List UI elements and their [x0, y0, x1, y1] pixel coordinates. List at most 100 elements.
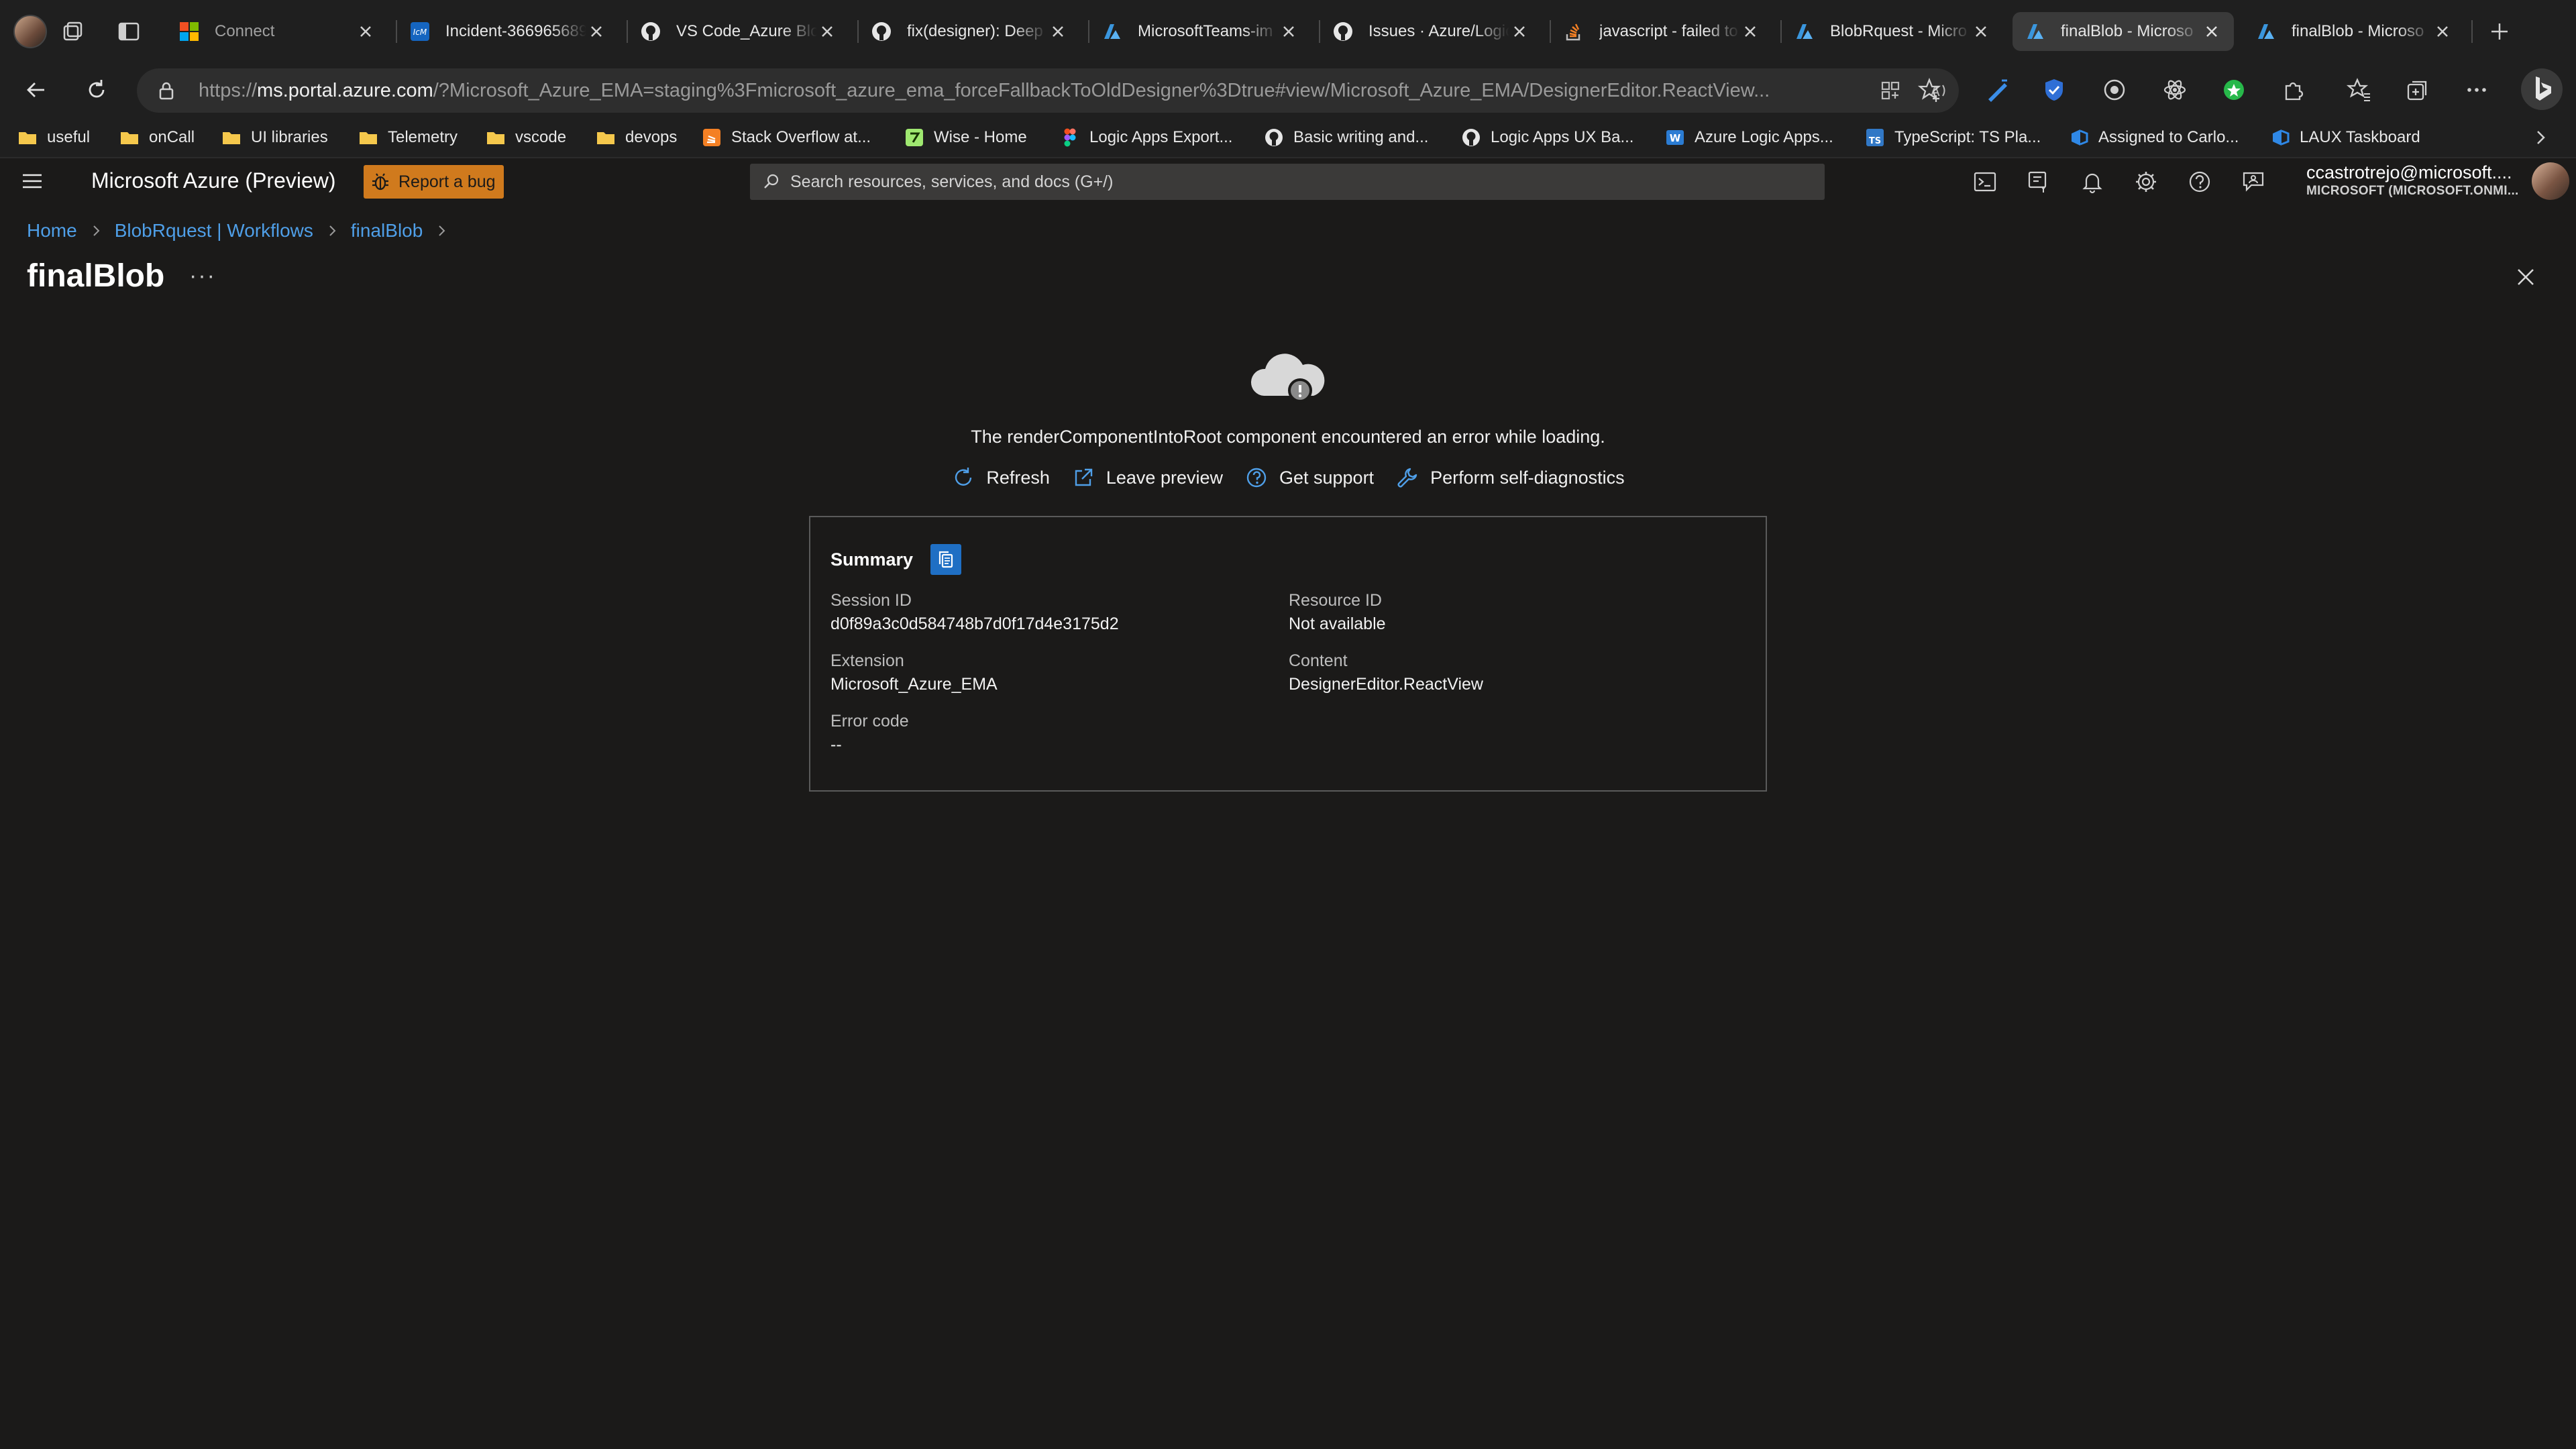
bookmark-useful[interactable]: useful [17, 125, 90, 150]
close-tab-icon[interactable] [586, 21, 606, 42]
hamburger-menu-icon[interactable] [20, 169, 44, 193]
settings-more-icon[interactable] [2463, 76, 2490, 103]
folder-icon [121, 132, 138, 144]
bookmark-laux-taskboard[interactable]: LAUX Taskboard [2270, 125, 2420, 150]
wrench-icon [1397, 468, 1417, 488]
bookmark-label: Logic Apps Export... [1089, 128, 1233, 146]
bookmark-label: Basic writing and... [1293, 128, 1429, 146]
tab-finalblob[interactable]: finalBlob - Microso [2243, 9, 2465, 54]
bookmark-typescript[interactable]: TS TypeScript: TS Pla... [1865, 125, 2041, 150]
portal-top-bar: Microsoft Azure (Preview) Report a bug S… [0, 158, 2576, 204]
directory-filter-icon[interactable] [2026, 169, 2051, 195]
collections-icon[interactable] [2404, 76, 2431, 103]
error-code-field: Error code -- [830, 712, 1260, 755]
notifications-bell-icon[interactable] [2080, 169, 2105, 195]
extension-green-icon[interactable] [2220, 76, 2247, 103]
get-support-button[interactable]: Get support [1244, 466, 1374, 490]
extensions-puzzle-icon[interactable] [2279, 76, 2306, 103]
leave-preview-button[interactable]: Leave preview [1071, 466, 1223, 490]
bookmark-ui-libraries[interactable]: UI libraries [221, 125, 328, 150]
reload-icon[interactable] [83, 76, 110, 103]
close-tab-icon[interactable] [1279, 21, 1299, 42]
tab-title: VS Code_Azure Blob [676, 22, 817, 40]
close-tab-icon[interactable] [1971, 21, 1991, 42]
new-tab-icon[interactable] [2486, 18, 2513, 45]
folder-icon [19, 132, 36, 144]
bookmark-vscode[interactable]: vscode [486, 125, 566, 150]
chevron-right-icon[interactable] [2530, 127, 2551, 148]
settings-gear-icon[interactable] [2133, 169, 2159, 195]
portal-title[interactable]: Microsoft Azure (Preview) [91, 168, 336, 193]
help-icon[interactable] [2187, 169, 2212, 195]
breadcrumb-workflows[interactable]: BlobRquest | Workflows [115, 220, 313, 241]
bookmark-assigned-to-carlo[interactable]: Assigned to Carlo... [2069, 125, 2239, 150]
tab-issues-azure-logic[interactable]: Issues · Azure/Logic [1320, 9, 1542, 54]
browser-navigation-bar: https://ms.portal.azure.com/?Microsoft_A… [0, 63, 2576, 117]
report-bug-button[interactable]: Report a bug [364, 165, 504, 199]
url-text[interactable]: https://ms.portal.azure.com/?Microsoft_A… [199, 80, 1916, 102]
copy-summary-button[interactable] [930, 544, 962, 575]
github-icon [1265, 129, 1283, 146]
favorites-icon[interactable] [2345, 76, 2372, 103]
close-tab-icon[interactable] [1509, 21, 1529, 42]
bing-copilot-icon[interactable] [2520, 67, 2564, 111]
close-tab-icon[interactable] [2432, 21, 2453, 42]
add-favorite-icon[interactable] [1916, 76, 1943, 103]
address-bar[interactable]: https://ms.portal.azure.com/?Microsoft_A… [137, 68, 1959, 113]
bookmark-label: Wise - Home [934, 128, 1027, 146]
browser-profile-avatar[interactable] [13, 15, 47, 48]
extension-shield-icon[interactable] [2041, 76, 2068, 103]
cloud-shell-icon[interactable] [1972, 169, 1998, 195]
tab-javascript-failed[interactable]: javascript - failed to [1551, 9, 1772, 54]
bookmark-logic-apps-ux[interactable]: Logic Apps UX Ba... [1461, 125, 1633, 150]
bookmark-stack-overflow[interactable]: Stack Overflow at... [702, 125, 871, 150]
bookmark-basic-writing[interactable]: Basic writing and... [1264, 125, 1428, 150]
extension-target-icon[interactable] [2101, 76, 2128, 103]
breadcrumb-home[interactable]: Home [27, 220, 77, 241]
workspaces-icon[interactable] [59, 18, 86, 45]
close-icon[interactable] [2514, 266, 2537, 288]
global-search-input[interactable]: Search resources, services, and docs (G+… [750, 164, 1825, 200]
tab-vscode-azure-blob[interactable]: VS Code_Azure Blob [628, 9, 849, 54]
tab-microsoft-teams[interactable]: MicrosoftTeams-im [1089, 9, 1311, 54]
account-menu[interactable]: ccastrotrejo@microsoft.... MICROSOFT (MI… [2306, 162, 2519, 199]
back-arrow-icon[interactable] [23, 76, 50, 103]
bookmark-label: Stack Overflow at... [731, 128, 871, 146]
breadcrumb-finalblob[interactable]: finalBlob [351, 220, 423, 241]
extension-pen-icon[interactable] [1984, 76, 2011, 103]
react-devtools-icon[interactable] [2161, 76, 2188, 103]
extension-field: Extension Microsoft_Azure_EMA [830, 651, 1260, 694]
bookmark-logic-apps-export[interactable]: Logic Apps Export... [1060, 125, 1232, 150]
tab-fix-designer[interactable]: fix(designer): Deep [859, 9, 1080, 54]
tab-connect[interactable]: Connect [166, 9, 388, 54]
self-diagnostics-button[interactable]: Perform self-diagnostics [1395, 466, 1625, 490]
folder-icon [360, 132, 377, 144]
vertical-tabs-icon[interactable] [115, 18, 142, 45]
tab-title: Connect [215, 22, 275, 40]
avatar[interactable] [2532, 162, 2569, 200]
bookmark-label: onCall [149, 128, 195, 146]
feedback-icon[interactable] [2241, 169, 2266, 195]
close-tab-icon[interactable] [1048, 21, 1068, 42]
app-available-icon[interactable] [1880, 80, 1901, 101]
bookmark-azure-logic-apps[interactable]: W Azure Logic Apps... [1665, 125, 1833, 150]
close-tab-icon[interactable] [817, 21, 837, 42]
tab-finalblob-active[interactable]: finalBlob - Microso [2012, 12, 2234, 51]
close-tab-icon[interactable] [1740, 21, 1760, 42]
lock-icon[interactable] [156, 80, 177, 101]
bookmark-label: vscode [515, 128, 567, 146]
chevron-right-icon [439, 225, 445, 236]
bookmark-oncall[interactable]: onCall [119, 125, 195, 150]
bookmark-devops[interactable]: devops [596, 125, 677, 150]
refresh-button[interactable]: Refresh [951, 466, 1050, 490]
session-id-label: Session ID [830, 591, 912, 610]
close-tab-icon[interactable] [356, 21, 376, 42]
azure-icon [1796, 24, 1813, 39]
bookmark-telemetry[interactable]: Telemetry [358, 125, 458, 150]
tab-incident[interactable]: IcM Incident-366965689 [397, 9, 619, 54]
error-actions: Refresh Leave preview Get support Perfor… [0, 466, 2576, 490]
close-tab-icon[interactable] [2202, 21, 2222, 42]
more-options-button[interactable]: ··· [189, 263, 216, 289]
tab-blobrquest[interactable]: BlobRquest - Micro [1782, 9, 2003, 54]
bookmark-wise-home[interactable]: Wise - Home [904, 125, 1027, 150]
